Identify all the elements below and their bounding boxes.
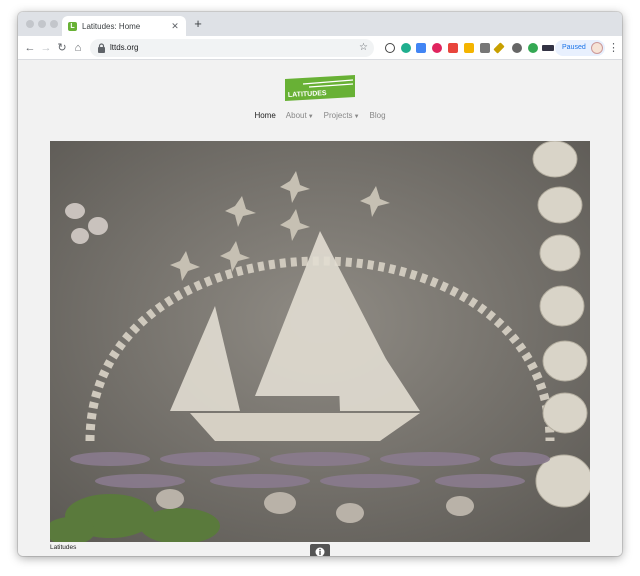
- extension-pen-icon[interactable]: [493, 42, 505, 54]
- forward-arrow-icon[interactable]: →: [38, 40, 54, 56]
- tab-latitudes-home[interactable]: L Latitudes: Home ✕: [62, 16, 186, 36]
- lock-icon: [98, 43, 105, 53]
- nav-about[interactable]: About▼: [286, 111, 314, 120]
- info-icon: [315, 547, 325, 556]
- close-window-dot[interactable]: [26, 20, 34, 28]
- tab-title: Latitudes: Home: [82, 21, 141, 31]
- menu-dots-icon[interactable]: ⋮: [608, 40, 619, 56]
- shell-mosaic-image: [50, 141, 590, 542]
- address-bar[interactable]: lttds.org ☆: [90, 39, 374, 57]
- zoom-window-dot[interactable]: [50, 20, 58, 28]
- chevron-down-icon: ▼: [307, 114, 314, 120]
- browser-toolbar: ← → ↻ ⌂ lttds.org ☆ Paused ⋮: [18, 36, 622, 60]
- chevron-down-icon: ▼: [353, 114, 360, 120]
- web-page: LATITUDES Home About▼ Projects▼ Blog Lat…: [18, 60, 622, 556]
- profile-button[interactable]: Paused: [555, 40, 605, 56]
- photo-caption: Latitudes: [50, 544, 77, 551]
- nav-projects-label: Projects: [323, 111, 353, 120]
- site-nav: Home About▼ Projects▼ Blog: [18, 111, 622, 125]
- nav-blog[interactable]: Blog: [370, 111, 386, 120]
- minimize-window-dot[interactable]: [38, 20, 46, 28]
- extension-mw-icon[interactable]: [542, 45, 554, 51]
- reload-icon[interactable]: ↻: [54, 40, 70, 56]
- extension-yellow-icon[interactable]: [464, 43, 474, 53]
- info-button[interactable]: [310, 544, 330, 556]
- url-text[interactable]: lttds.org: [110, 39, 138, 57]
- extension-red-icon[interactable]: [448, 43, 458, 53]
- nav-projects[interactable]: Projects▼: [324, 111, 360, 120]
- close-tab-icon[interactable]: ✕: [170, 21, 180, 32]
- nav-about-label: About: [285, 111, 307, 120]
- latitudes-logo[interactable]: LATITUDES: [283, 75, 357, 101]
- new-tab-button[interactable]: +: [190, 16, 206, 32]
- browser-window: L Latitudes: Home ✕ + ← → ↻ ⌂ lttds.org …: [18, 12, 622, 556]
- nav-home[interactable]: Home: [254, 111, 275, 120]
- extension-grammarly-icon[interactable]: [401, 43, 411, 53]
- back-arrow-icon[interactable]: ←: [22, 40, 38, 56]
- favicon-icon: L: [68, 21, 77, 31]
- extension-grey-icon[interactable]: [480, 43, 490, 53]
- extension-check-icon[interactable]: [528, 43, 538, 53]
- extension-cloud-icon[interactable]: [512, 43, 522, 53]
- hero-photo-shell-mosaic: [50, 141, 590, 542]
- extension-translate-icon[interactable]: [416, 43, 426, 53]
- home-icon[interactable]: ⌂: [70, 40, 86, 56]
- tab-strip: L Latitudes: Home ✕ +: [18, 12, 622, 36]
- avatar: [591, 42, 603, 54]
- extension-pocket-icon[interactable]: [432, 43, 442, 53]
- profile-label: Paused: [562, 44, 586, 51]
- extension-info-icon[interactable]: [385, 43, 395, 53]
- star-icon[interactable]: ☆: [359, 39, 368, 57]
